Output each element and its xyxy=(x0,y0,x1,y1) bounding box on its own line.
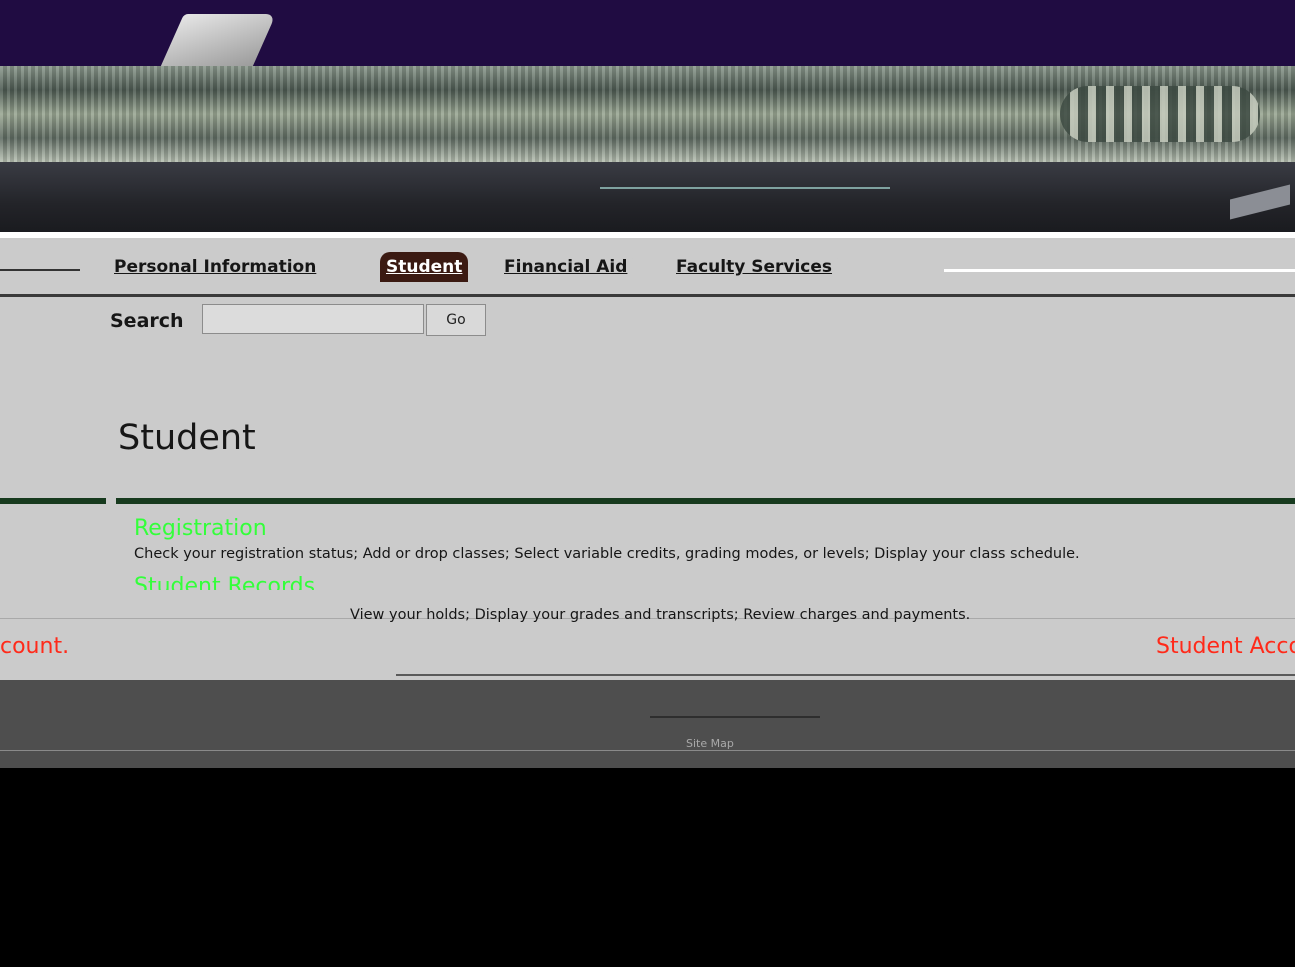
search-input[interactable] xyxy=(202,304,424,334)
tab-personal-information[interactable]: Personal Information xyxy=(108,254,323,280)
content-bottom-line xyxy=(396,674,1295,676)
main-content: Personal Information Student Financial A… xyxy=(0,238,1295,680)
go-button[interactable]: Go xyxy=(426,304,486,336)
site-map-link[interactable]: Site Map xyxy=(686,737,734,750)
tab-student[interactable]: Student xyxy=(380,252,469,282)
search-label: Search xyxy=(110,310,184,332)
tabline-left xyxy=(0,269,80,271)
header-strip xyxy=(0,162,1295,232)
student-account-link[interactable]: Student Account xyxy=(1156,634,1295,659)
tabline-white xyxy=(944,269,1295,272)
student-records-description: View your holds; Display your grades and… xyxy=(350,607,971,623)
header-banner xyxy=(0,66,1295,162)
logo-swoosh xyxy=(159,14,277,68)
footer-rule xyxy=(0,750,1295,751)
seal-graphic xyxy=(1060,86,1260,142)
tab-underline xyxy=(0,294,1295,297)
footer: Site Map xyxy=(0,680,1295,768)
header-bar xyxy=(0,0,1295,68)
strip-line xyxy=(600,187,890,189)
title-rule xyxy=(116,498,1295,504)
student-records-link[interactable]: Student Records xyxy=(134,572,315,590)
registration-description: Check your registration status; Add or d… xyxy=(134,546,1080,562)
registration-link[interactable]: Registration xyxy=(134,516,267,541)
page-title: Student xyxy=(118,418,256,458)
tab-faculty-services[interactable]: Faculty Services xyxy=(670,254,839,280)
strip-shape xyxy=(1230,184,1290,220)
footer-rule-short xyxy=(650,716,820,718)
tab-financial-aid[interactable]: Financial Aid xyxy=(498,254,634,280)
student-account-link-fragment[interactable]: count. xyxy=(0,634,69,659)
title-rule-left xyxy=(0,498,106,504)
empty-area xyxy=(0,768,1295,967)
